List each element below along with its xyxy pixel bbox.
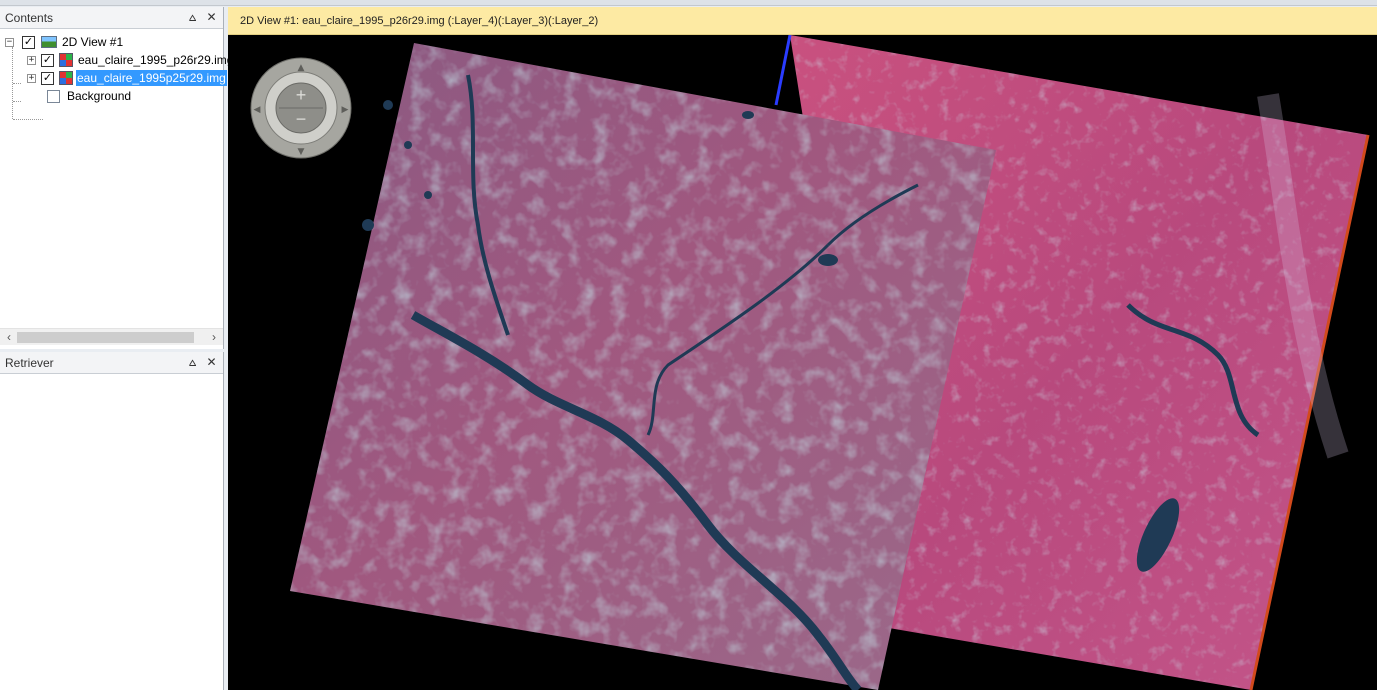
contents-panel-title: Contents <box>5 10 54 25</box>
tree-item-layer[interactable]: + ✓ eau_claire_1995p25r29.img <box>27 69 227 87</box>
2d-view-icon <box>41 36 57 48</box>
map-navigator[interactable]: + − ▲ ▼ ◀ ▶ <box>250 57 352 159</box>
lake <box>362 219 374 231</box>
tree-line <box>13 101 21 102</box>
layer-visibility-checkbox[interactable]: ✓ <box>41 71 54 85</box>
scene-left-texture <box>290 43 996 690</box>
zoom-out-icon[interactable]: − <box>296 109 307 129</box>
scroll-right-icon[interactable]: › <box>207 330 221 344</box>
lake <box>383 100 393 110</box>
zoom-in-icon[interactable]: + <box>296 85 307 105</box>
pan-right-icon[interactable]: ▶ <box>342 105 349 115</box>
view-title-bar: 2D View #1: eau_claire_1995_p26r29.img (… <box>228 7 1377 35</box>
close-icon[interactable]: ✕ <box>206 10 217 24</box>
layer-tree: − ✓ 2D View #1 + ✓ eau_claire_1995_p26r2… <box>0 29 233 120</box>
lake <box>818 254 838 266</box>
satellite-imagery: + − ▲ ▼ ◀ ▶ <box>250 35 1370 690</box>
tree-line <box>13 119 43 120</box>
pin-icon[interactable]: ⩟ <box>187 10 198 24</box>
lake <box>424 191 432 199</box>
tree-line <box>13 83 21 84</box>
expand-icon[interactable]: + <box>27 55 36 65</box>
lake <box>742 111 754 119</box>
pan-left-icon[interactable]: ◀ <box>254 105 261 115</box>
tree-item-layer[interactable]: + ✓ eau_claire_1995_p26r29.img <box>27 51 233 69</box>
raster-layer-icon <box>59 53 73 67</box>
pin-icon[interactable]: ⩟ <box>187 355 198 369</box>
scene-p26r29 <box>290 43 996 690</box>
background-checkbox[interactable] <box>47 89 60 103</box>
layer-name[interactable]: eau_claire_1995_p26r29.img <box>78 53 233 67</box>
retriever-panel: Retriever ⩟ ✕ <box>0 352 224 690</box>
scroll-thumb[interactable] <box>17 332 194 343</box>
background-label[interactable]: Background <box>67 89 131 103</box>
layer-visibility-checkbox[interactable]: ✓ <box>41 53 54 67</box>
scroll-left-icon[interactable]: ‹ <box>2 330 16 344</box>
scene-right-edge-blue <box>774 35 792 106</box>
collapse-icon[interactable]: − <box>5 37 14 47</box>
expand-icon[interactable]: + <box>27 73 36 83</box>
horizontal-scrollbar[interactable]: ‹ › <box>0 328 223 345</box>
view-label[interactable]: 2D View #1 <box>62 35 123 49</box>
retriever-panel-header: Retriever ⩟ ✕ <box>0 352 223 374</box>
view-title: 2D View #1: eau_claire_1995_p26r29.img (… <box>240 14 599 27</box>
tree-item-background[interactable]: Background <box>47 87 131 105</box>
raster-layer-icon <box>59 71 73 85</box>
map-viewport[interactable]: + − ▲ ▼ ◀ ▶ <box>228 35 1377 690</box>
layer-name-selected[interactable]: eau_claire_1995p25r29.img <box>76 70 227 86</box>
contents-panel: Contents ⩟ ✕ − ✓ 2D View #1 + ✓ eau_clai… <box>0 7 233 349</box>
view-visibility-checkbox[interactable]: ✓ <box>22 35 35 49</box>
pan-up-icon[interactable]: ▲ <box>298 63 305 73</box>
contents-panel-header: Contents ⩟ ✕ <box>0 7 223 29</box>
tree-item-2d-view[interactable]: − ✓ 2D View #1 <box>5 33 123 51</box>
retriever-panel-title: Retriever <box>5 355 54 370</box>
close-icon[interactable]: ✕ <box>206 355 217 369</box>
pan-down-icon[interactable]: ▼ <box>298 147 305 157</box>
top-toolbar-strip <box>0 0 1377 6</box>
lake <box>404 141 412 149</box>
